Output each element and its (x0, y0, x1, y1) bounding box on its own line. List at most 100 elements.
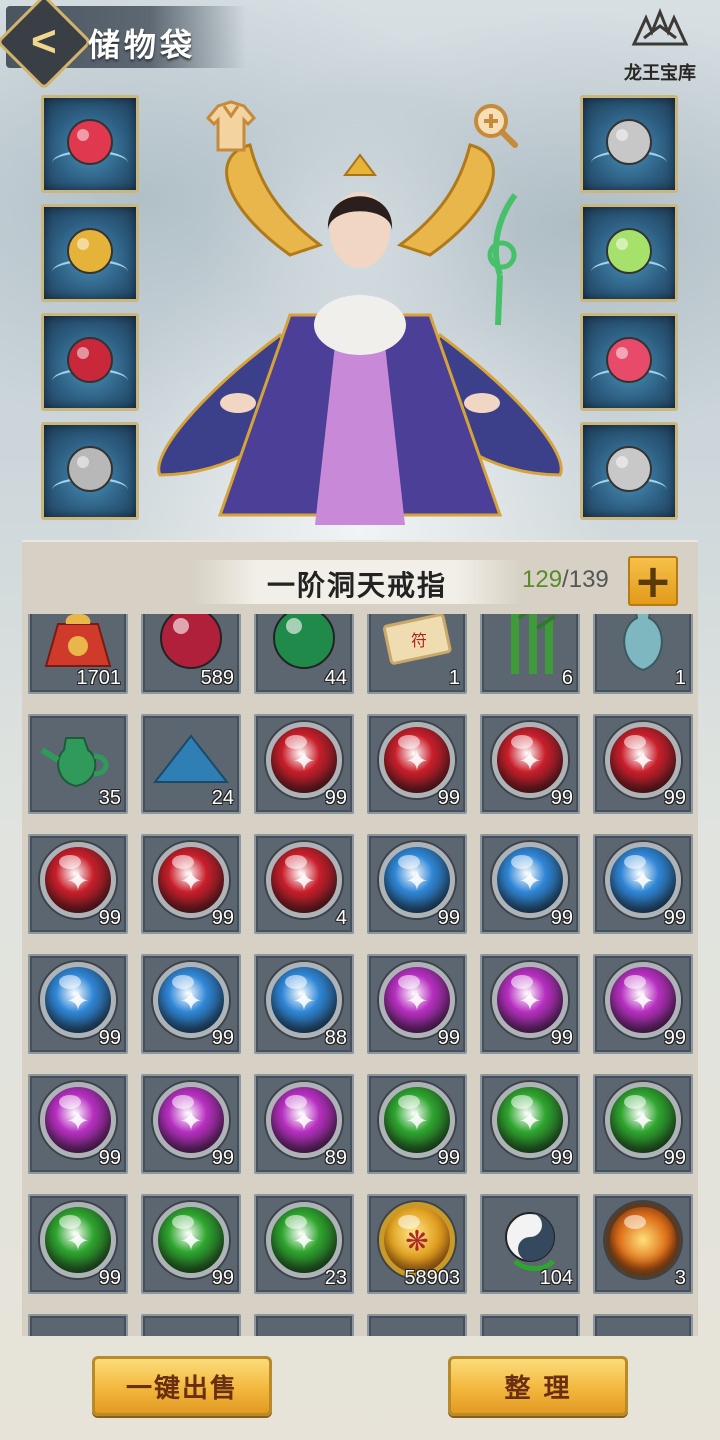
inventory-slot[interactable]: ✦ 99 (367, 1074, 467, 1174)
inventory-slot[interactable]: ✦ 88 (254, 954, 354, 1054)
expand-capacity-button[interactable]: + (628, 556, 678, 606)
inventory-slot[interactable]: ❋ 58903 (367, 1194, 467, 1294)
inventory-slot[interactable]: 589 (141, 614, 241, 694)
title-ribbon: 一阶洞天戒指 (192, 560, 522, 604)
inventory-slot[interactable]: ✦ 99 (28, 834, 128, 934)
brand-logo[interactable]: 龙王宝库 (614, 7, 706, 84)
inventory-slot[interactable]: ✦ 99 (593, 1074, 693, 1174)
inventory-slot[interactable]: ✦ 99 (28, 1074, 128, 1174)
inventory-slot[interactable]: 104 (480, 1194, 580, 1294)
inventory-slot[interactable]: ✦ 99 (141, 1074, 241, 1174)
equipment-slot-helmet[interactable] (41, 204, 139, 302)
page-title: 储物袋 (88, 26, 197, 64)
sell-all-button[interactable]: 一键出售 (92, 1356, 272, 1416)
inventory-slot[interactable]: 35 (28, 714, 128, 814)
item-quantity: 99 (663, 787, 686, 809)
item-quantity: 6 (561, 667, 573, 689)
inventory-slot[interactable]: 1 (593, 614, 693, 694)
zoom-button[interactable] (470, 100, 520, 150)
inventory-slot[interactable]: ✦ 99 (254, 714, 354, 814)
capacity-counter: 129/139 (522, 566, 609, 594)
inventory-slot[interactable]: ✦ 99 (480, 834, 580, 934)
robe-icon (205, 100, 257, 152)
item-quantity: 99 (98, 1267, 121, 1289)
item-quantity: 99 (663, 907, 686, 929)
character-portrait (157, 143, 563, 525)
helmet-icon (61, 222, 119, 284)
inventory-slot[interactable]: 3 (593, 1194, 693, 1294)
inventory-slot[interactable]: ✦ 99 (593, 954, 693, 1054)
sort-button[interactable]: 整 理 (448, 1356, 628, 1416)
plus-icon: + (633, 554, 673, 608)
inventory-slot[interactable]: ✦ 99 (593, 714, 693, 814)
bracelet-icon (600, 331, 658, 393)
inventory-slot[interactable]: 符1 (367, 614, 467, 694)
item-quantity: 35 (98, 787, 121, 809)
item-quantity: 104 (539, 1267, 573, 1289)
inventory-slot[interactable] (28, 1314, 128, 1336)
item-quantity: 1 (674, 667, 686, 689)
equipment-slot-armor[interactable] (41, 313, 139, 411)
inventory-slot[interactable]: 44 (254, 614, 354, 694)
item-quantity: 589 (200, 667, 234, 689)
inventory-slot[interactable]: ✦ 4 (254, 834, 354, 934)
inventory-slot[interactable]: ✦ 99 (141, 954, 241, 1054)
item-quantity: 23 (324, 1267, 347, 1289)
capacity-separator: / (562, 566, 569, 593)
capacity-total: 139 (568, 566, 609, 593)
inventory-slot[interactable] (254, 1314, 354, 1336)
inventory-slot[interactable]: ✦ 99 (593, 834, 693, 934)
inventory-header: 一阶洞天戒指 129/139 + (22, 556, 698, 610)
item-quantity: 99 (550, 907, 573, 929)
inventory-slot[interactable] (367, 1314, 467, 1336)
equipment-slot-jade-pendant[interactable] (580, 204, 678, 302)
inventory-slot[interactable]: 6 (480, 614, 580, 694)
equipment-slot-bracer[interactable] (41, 422, 139, 520)
inventory-slot[interactable] (141, 1314, 241, 1336)
inventory-slot[interactable]: ✦ 99 (367, 714, 467, 814)
inventory-grid-viewport[interactable]: 1701 589 44 符 1 6 1 35 24 ✦ 99 ✦ 99 ✦ 99 ✦ 99 ✦ 99 ✦ 99 ✦ 4 ✦ 99… (22, 614, 698, 1336)
inventory-slot[interactable]: ✦ 99 (480, 954, 580, 1054)
inventory-slot[interactable]: ✦ 99 (480, 1074, 580, 1174)
inventory-slot[interactable]: ✦ 99 (480, 714, 580, 814)
shield-icon (600, 440, 658, 502)
item-quantity: 44 (324, 667, 347, 689)
equipment-slot-bracelet[interactable] (580, 313, 678, 411)
inventory-slot[interactable]: 1701 (28, 614, 128, 694)
spirit-powder-icon (149, 728, 233, 792)
item-quantity: 99 (663, 1147, 686, 1169)
inventory-grid: 1701 589 44 符 1 6 1 35 24 ✦ 99 ✦ 99 ✦ 99 ✦ 99 ✦ 99 ✦ 99 ✦ 4 ✦ 99… (28, 614, 693, 1336)
equipment-slot-ring-amber[interactable] (580, 95, 678, 193)
capacity-used: 129 (522, 566, 563, 593)
item-quantity: 24 (211, 787, 234, 809)
item-quantity: 99 (211, 907, 234, 929)
jade-pendant-icon (600, 222, 658, 284)
inventory-slot[interactable]: ✦ 99 (141, 1194, 241, 1294)
bracer-icon (61, 440, 119, 502)
item-quantity: 99 (211, 1267, 234, 1289)
inventory-slot[interactable] (480, 1314, 580, 1336)
item-quantity: 99 (550, 1147, 573, 1169)
inventory-slot[interactable]: ✦ 99 (28, 1194, 128, 1294)
magnifier-plus-icon (474, 104, 518, 148)
item-quantity: 4 (335, 907, 347, 929)
inventory-slot[interactable]: 24 (141, 714, 241, 814)
inventory-slot[interactable]: ✦ 23 (254, 1194, 354, 1294)
inventory-slot[interactable] (593, 1314, 693, 1336)
inventory-slot[interactable]: ✦ 89 (254, 1074, 354, 1174)
item-quantity: 99 (98, 907, 121, 929)
vase-icon (613, 614, 673, 680)
chevron-left-icon: < (31, 16, 57, 66)
bamboo-icon (495, 614, 565, 682)
item-quantity: 99 (550, 1027, 573, 1049)
inventory-slot[interactable]: ✦ 99 (141, 834, 241, 934)
inventory-slot[interactable]: ✦ 99 (367, 834, 467, 934)
equipment-slot-sword[interactable] (41, 95, 139, 193)
outfit-button[interactable] (204, 98, 258, 154)
inventory-slot[interactable]: ✦ 99 (367, 954, 467, 1054)
equipment-slot-shield[interactable] (580, 422, 678, 520)
sword-icon (61, 113, 119, 175)
item-quantity: 58903 (404, 1267, 460, 1289)
item-quantity: 99 (437, 907, 460, 929)
inventory-slot[interactable]: ✦ 99 (28, 954, 128, 1054)
